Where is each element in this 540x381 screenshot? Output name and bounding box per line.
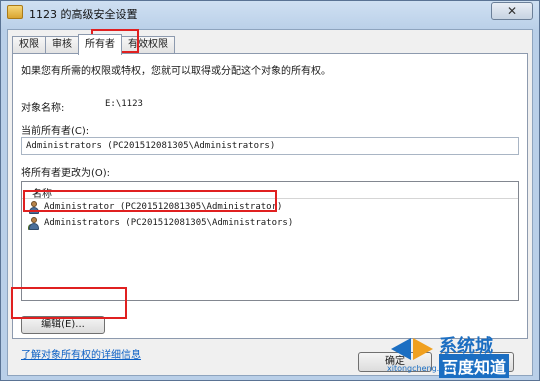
folder-icon <box>7 5 23 19</box>
owner-name: Administrator (PC201512081305\Administra… <box>44 202 283 212</box>
learn-more-link[interactable]: 了解对象所有权的详细信息 <box>21 346 141 361</box>
current-owner-field: Administrators (PC201512081305\Administr… <box>21 137 519 155</box>
list-item[interactable]: Administrators (PC201512081305\Administr… <box>22 215 518 231</box>
object-name-label: 对象名称: <box>21 103 65 114</box>
tab-permissions[interactable]: 权限 <box>12 36 46 54</box>
watermark-url: xitongcheng.com <box>387 364 457 373</box>
watermark: 系统城 百度知道 xitongcheng.com <box>387 332 537 378</box>
user-icon <box>28 200 40 214</box>
change-owner-label: 将所有者更改为(O): <box>21 168 111 179</box>
list-item[interactable]: Administrator (PC201512081305\Administra… <box>22 199 518 215</box>
list-header-name[interactable]: 名称 <box>22 182 518 200</box>
security-settings-window: 1123 的高级安全设置 ✕ 权限 审核 所有者 有效权限 如果您有所需的权限或… <box>0 0 540 381</box>
owner-name: Administrators (PC201512081305\Administr… <box>44 218 294 228</box>
tab-owner[interactable]: 所有者 <box>78 34 122 55</box>
window-title: 1123 的高级安全设置 <box>29 8 138 21</box>
dialog-client-area: 权限 审核 所有者 有效权限 如果您有所需的权限或特权，您就可以取得或分配这个对… <box>7 29 533 376</box>
object-name-value: E:\1123 <box>105 99 143 109</box>
edit-button[interactable]: 编辑(E)... <box>21 316 105 334</box>
tab-auditing[interactable]: 审核 <box>45 36 79 54</box>
owner-tab-panel: 如果您有所需的权限或特权，您就可以取得或分配这个对象的所有权。 对象名称: E:… <box>12 53 528 361</box>
tab-effective-permissions[interactable]: 有效权限 <box>121 36 175 54</box>
group-icon <box>28 216 40 230</box>
title-bar: 1123 的高级安全设置 ✕ <box>1 1 539 27</box>
watermark-logo-icon <box>391 338 433 360</box>
owner-listbox[interactable]: 名称 Administrator (PC201512081305\Adminis… <box>21 181 519 301</box>
owner-description: 如果您有所需的权限或特权，您就可以取得或分配这个对象的所有权。 <box>21 66 331 77</box>
tab-strip: 权限 审核 所有者 有效权限 <box>12 34 175 55</box>
close-button[interactable]: ✕ <box>491 2 533 20</box>
current-owner-label: 当前所有者(C): <box>21 126 90 137</box>
